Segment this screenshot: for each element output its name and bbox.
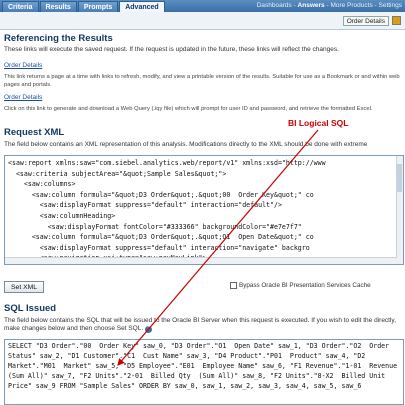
- xml-vertical-scrollbar[interactable]: [396, 156, 403, 264]
- xml-line: <saw:displayFormat suppress="default" in…: [8, 243, 310, 252]
- title-row: Order Details: [0, 12, 405, 30]
- sql-issued-intro: The field below contains the SQL that wi…: [4, 317, 404, 333]
- link2-description: Click on this link to generate and downl…: [4, 106, 373, 112]
- tab-advanced[interactable]: Advanced: [119, 1, 165, 12]
- tab-results[interactable]: Results: [39, 1, 77, 12]
- help-icon[interactable]: ?: [145, 326, 153, 333]
- bypass-cache-checkbox[interactable]: [230, 282, 237, 289]
- sql-textarea[interactable]: SELECT "D3 Order"."00 Order Key" saw_0, …: [4, 339, 404, 405]
- set-xml-button[interactable]: Set XML: [4, 281, 45, 293]
- xml-line: <saw:report xmlns:saw="com.siebel.analyt…: [8, 159, 326, 167]
- nav-answers[interactable]: Answers: [298, 2, 325, 9]
- xml-line: <saw:displayFormat suppress="default" in…: [8, 201, 282, 210]
- xml-line: <saw:column formula="&quot;D3 Order&quot…: [8, 190, 314, 199]
- request-xml-intro: The field below contains an XML represen…: [4, 141, 368, 148]
- request-xml-textarea[interactable]: <saw:report xmlns:saw="com.siebel.analyt…: [4, 155, 404, 265]
- order-details-button[interactable]: Order Details: [342, 16, 389, 26]
- nav-more-products[interactable]: More Products: [330, 2, 372, 9]
- lock-icon[interactable]: [392, 16, 401, 25]
- tab-prompts[interactable]: Prompts: [77, 1, 119, 12]
- xml-line: <saw:column formula="&quot;D3 Order&quot…: [8, 233, 314, 242]
- xml-horizontal-scrollbar[interactable]: [5, 257, 397, 264]
- link1-description: This link returns a page at a time with …: [4, 74, 400, 88]
- xml-line: <saw:criteria subjectArea="&quot;Sample …: [8, 169, 227, 178]
- tab-criteria[interactable]: Criteria: [2, 1, 39, 12]
- sql-issued-title: SQL Issued: [4, 303, 57, 314]
- annotation-label: BI Logical SQL: [288, 118, 349, 128]
- xml-line: <saw:columnHeading>: [8, 211, 116, 220]
- sql-issued-intro-text: The field below contains the SQL that wi…: [4, 317, 397, 332]
- order-details-link[interactable]: Order Details: [4, 62, 42, 69]
- referencing-title: Referencing the Results: [4, 33, 113, 44]
- xml-line: <saw:displayFormat fontColor="#333366" b…: [8, 222, 302, 231]
- referencing-intro: These links will execute the saved reque…: [4, 46, 339, 53]
- xml-line: <saw:columns>: [8, 180, 76, 189]
- xml-content: <saw:report xmlns:saw="com.siebel.analyt…: [5, 156, 403, 264]
- order-details-iqy-link[interactable]: Order Details: [4, 94, 42, 101]
- nav-settings[interactable]: Settings: [379, 2, 403, 9]
- global-nav: Dashboards - Answers - More Products - S…: [256, 2, 403, 9]
- nav-dashboards[interactable]: Dashboards: [257, 2, 292, 9]
- request-xml-title: Request XML: [4, 127, 65, 138]
- xml-scroll-thumb[interactable]: [397, 164, 402, 192]
- bypass-cache-option[interactable]: Bypass Oracle BI Presentation Services C…: [230, 282, 371, 289]
- bypass-cache-label: Bypass Oracle BI Presentation Services C…: [239, 282, 371, 289]
- tab-strip: Criteria Results Prompts Advanced: [2, 1, 165, 12]
- top-bar: Criteria Results Prompts Advanced Dashbo…: [0, 0, 405, 12]
- sql-content: SELECT "D3 Order"."00 Order Key" saw_0, …: [8, 342, 402, 390]
